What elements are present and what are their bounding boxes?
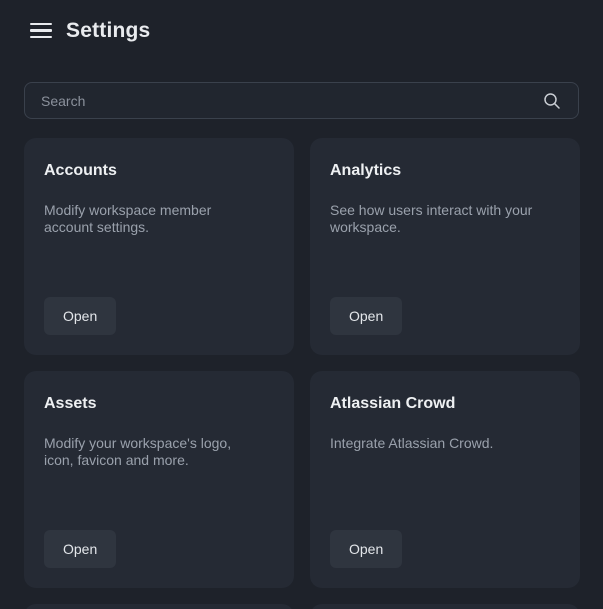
settings-cards-grid: Accounts Modify workspace member account… [24,138,579,588]
card-description: See how users interact with your workspa… [330,202,560,236]
open-atlassian-crowd-button[interactable]: Open [330,530,402,568]
partial-card [24,604,294,609]
card-title: Atlassian Crowd [330,395,560,413]
card-atlassian-crowd: Atlassian Crowd Integrate Atlassian Crow… [310,371,580,588]
card-description: Modify workspace member account settings… [44,202,274,236]
search-bar [24,82,579,119]
search-input[interactable] [24,82,579,119]
card-analytics: Analytics See how users interact with yo… [310,138,580,355]
hamburger-menu-icon[interactable] [30,23,52,39]
open-accounts-button[interactable]: Open [44,297,116,335]
open-assets-button[interactable]: Open [44,530,116,568]
card-title: Accounts [44,162,274,180]
header: Settings [0,0,603,48]
card-accounts: Accounts Modify workspace member account… [24,138,294,355]
next-row-partial [24,604,579,609]
card-title: Assets [44,395,274,413]
open-analytics-button[interactable]: Open [330,297,402,335]
card-assets: Assets Modify your workspace's logo, ico… [24,371,294,588]
card-description: Integrate Atlassian Crowd. [330,435,560,452]
partial-card [310,604,580,609]
settings-page: Settings Accounts Modify workspace membe… [0,0,603,609]
page-title: Settings [66,19,150,43]
card-description: Modify your workspace's logo, icon, favi… [44,435,274,469]
search-icon [543,92,561,110]
card-title: Analytics [330,162,560,180]
